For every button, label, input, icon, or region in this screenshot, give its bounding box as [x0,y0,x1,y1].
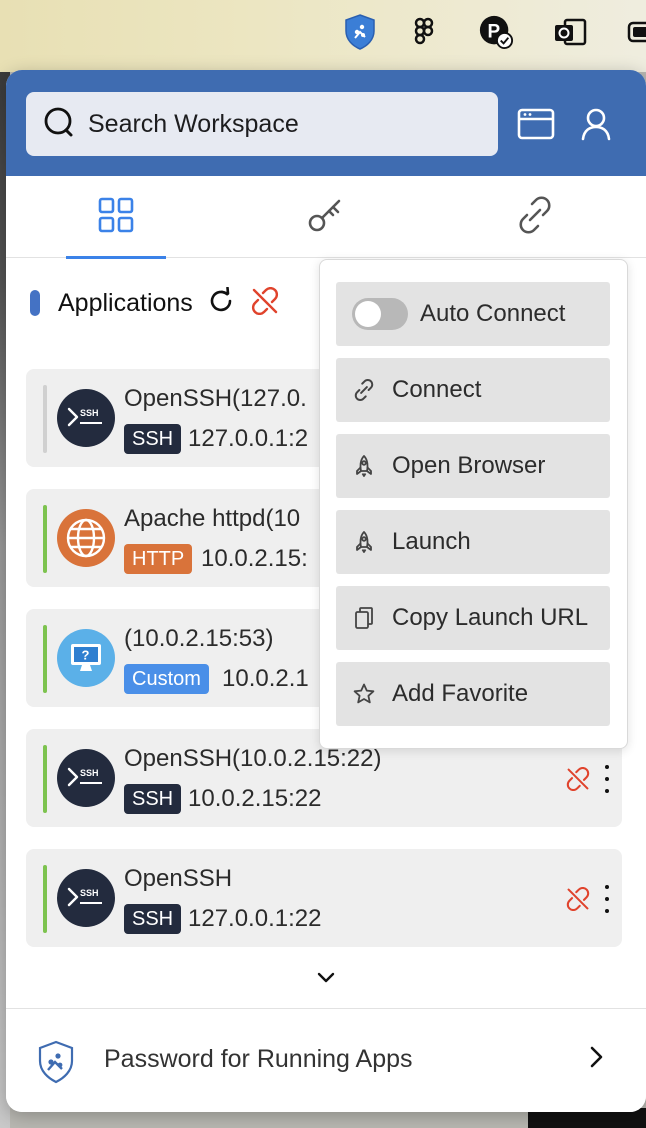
status-bar [43,745,47,813]
refresh-icon[interactable] [207,286,235,320]
header: Search Workspace [6,70,646,176]
svg-text:SSH: SSH [80,768,99,778]
menu-item-copy-launch-url[interactable]: Copy Launch URL [336,586,610,650]
app-name: OpenSSH(10.0.2.15:22) [124,745,382,772]
menu-item-connect[interactable]: Connect [336,358,610,422]
menu-item-label: Open Browser [392,452,546,479]
unlink-icon[interactable] [566,886,590,912]
section-accent [30,290,40,316]
p-badge-icon[interactable]: P [478,14,514,50]
svg-text:SSH: SSH [80,888,99,898]
menu-item-label: Add Favorite [392,680,529,707]
menu-item-add-favorite[interactable]: Add Favorite [336,662,610,726]
unlink-icon[interactable] [566,766,590,792]
outlook-icon[interactable] [552,14,588,50]
key-icon [307,197,343,238]
ssh-icon: SSH [57,389,115,447]
chevron-down-icon[interactable] [314,966,338,990]
status-bar [43,865,47,933]
rocket-icon [352,454,376,478]
tab-links[interactable] [485,176,585,258]
status-bar [43,505,47,573]
svg-text:?: ? [82,648,90,663]
protocol-badge: HTTP [124,544,193,574]
applications-header: Applications [30,286,279,320]
splashtop-shield-icon[interactable] [342,14,378,50]
more-options-icon[interactable] [602,765,612,793]
unlink-icon[interactable] [251,286,279,320]
protocol-badge: SSH [124,904,182,934]
section-title: Applications [58,288,193,317]
app-address: 127.0.0.1:22 [188,905,322,932]
search-input[interactable]: Search Workspace [26,92,498,156]
menu-item-auto-connect[interactable]: Auto Connect [336,282,610,346]
app-card[interactable]: SSH OpenSSH SSH 127.0.0.1:22 [26,849,622,947]
browser-window-icon[interactable] [516,104,556,144]
tab-applications[interactable] [66,176,166,259]
search-placeholder: Search Workspace [88,109,299,138]
ssh-icon: SSH [57,869,115,927]
menu-item-label: Auto Connect [420,300,566,327]
app-context-menu: Auto Connect Connect Open Browser Launch… [319,259,628,749]
monitor-help-icon: ? [57,629,115,687]
protocol-badge: Custom [124,664,209,694]
menu-bar: P [0,0,646,72]
app-address: 10.0.2.15: [201,545,308,572]
menu-item-open-browser[interactable]: Open Browser [336,434,610,498]
app-address: 127.0.0.1:2 [188,425,309,452]
menu-item-label: Connect [392,376,482,403]
ssh-icon: SSH [57,749,115,807]
status-bar [43,385,47,453]
apps-grid-icon [98,197,134,238]
splashtop-shield-icon [36,1039,76,1090]
link-icon [516,195,554,239]
menu-item-launch[interactable]: Launch [336,510,610,574]
protocol-badge: SSH [124,424,182,454]
protocol-badge: SSH [124,784,182,814]
tab-credentials[interactable] [275,176,375,258]
status-bar [43,625,47,693]
rocket-icon [352,530,376,554]
footer-label: Password for Running Apps [104,1045,413,1073]
user-icon[interactable] [576,104,616,144]
search-icon [42,105,76,144]
tab-bar [6,176,646,259]
footer-password-row[interactable]: Password for Running Apps [6,1008,646,1112]
globe-icon [57,509,115,567]
copy-icon [352,606,376,630]
app-name: (10.0.2.15:53) [124,625,274,652]
figma-icon[interactable] [406,14,442,50]
menu-item-label: Copy Launch URL [392,604,589,631]
app-name: Apache httpd(10 [124,505,301,532]
app-address: 10.0.2.15:22 [188,785,322,812]
auto-connect-toggle[interactable] [352,298,408,330]
svg-text:SSH: SSH [80,408,99,418]
more-options-icon[interactable] [602,885,612,913]
menu-item-label: Launch [392,528,471,555]
link-icon [352,378,376,402]
chevron-right-icon[interactable] [584,1043,608,1076]
battery-icon [620,14,646,50]
star-icon [352,682,376,706]
app-address: 10.0.2.1 [222,665,309,692]
app-name: OpenSSH [124,865,233,892]
app-name: OpenSSH(127.0. [124,385,307,412]
